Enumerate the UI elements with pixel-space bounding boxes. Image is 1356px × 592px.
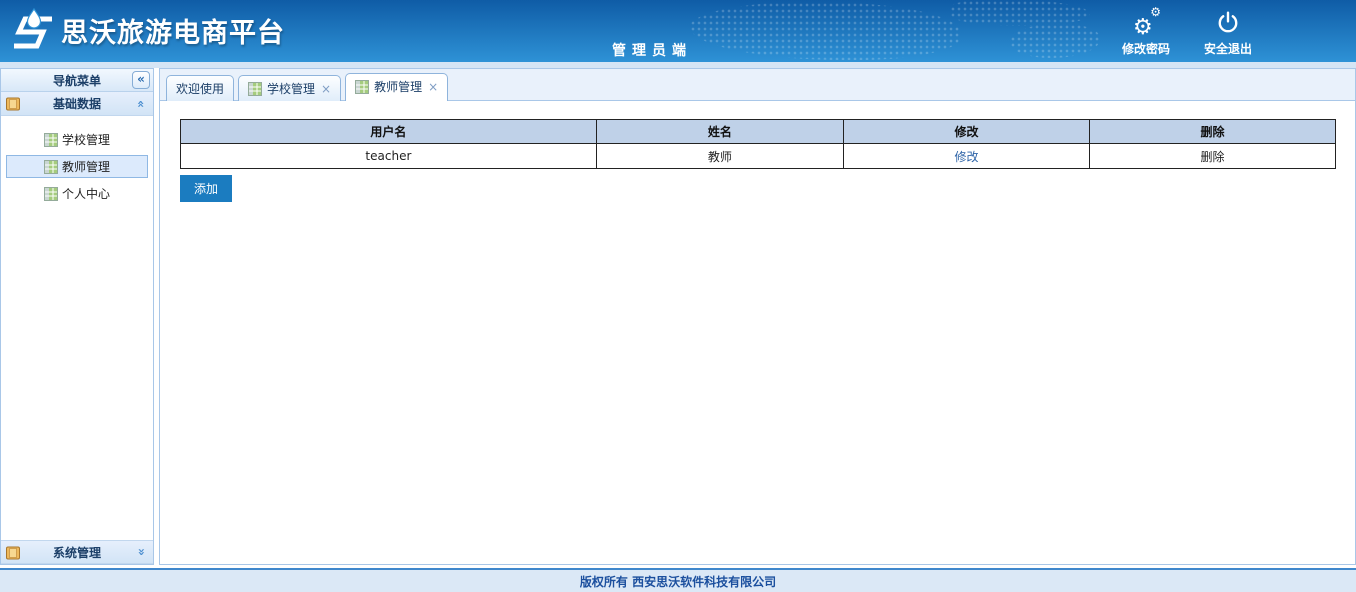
sidebar-group-items: 学校管理 教师管理 bbox=[1, 116, 153, 213]
table-header-row: 用户名 姓名 修改 删除 bbox=[181, 120, 1336, 144]
teacher-management-content: 用户名 姓名 修改 删除 teacher 教师 修改 删除 bbox=[160, 101, 1355, 564]
brand-logo: 思沃旅游电商平台 bbox=[10, 7, 285, 53]
cell-username: teacher bbox=[181, 144, 597, 169]
main-row: 导航菜单 « 基础数据 « bbox=[0, 68, 1356, 565]
tab-welcome[interactable]: 欢迎使用 bbox=[166, 75, 234, 101]
delete-link[interactable]: 删除 bbox=[1200, 150, 1224, 164]
tab-label: 学校管理 bbox=[267, 80, 315, 97]
main-panel: 欢迎使用 学校管理 × bbox=[159, 68, 1356, 565]
folder-icon bbox=[5, 545, 21, 561]
world-map-pattern bbox=[950, 0, 1090, 26]
column-header-edit: 修改 bbox=[843, 120, 1089, 144]
copyright-text: 版权所有 西安思沃软件科技有限公司 bbox=[580, 573, 776, 590]
sidebar-group-label: 基础数据 bbox=[53, 95, 101, 112]
logout-label: 安全退出 bbox=[1204, 40, 1252, 57]
sidebar-group-label: 系统管理 bbox=[53, 544, 101, 561]
sidebar-spacer bbox=[1, 213, 153, 540]
change-password-label: 修改密码 bbox=[1122, 40, 1170, 57]
role-label: 管理员端 bbox=[612, 40, 692, 60]
tab-label: 教师管理 bbox=[374, 78, 422, 95]
app-window: 思沃旅游电商平台 管理员端 ⚙ ⚙ 修改密码 安全退出 bbox=[0, 0, 1356, 592]
brand-title: 思沃旅游电商平台 bbox=[61, 11, 285, 50]
gear-icon: ⚙ ⚙ bbox=[1133, 7, 1159, 37]
tab-bar: 欢迎使用 学校管理 × bbox=[160, 69, 1355, 101]
table-grid-icon bbox=[355, 80, 369, 94]
table-grid-icon bbox=[248, 82, 262, 96]
footer: 版权所有 西安思沃软件科技有限公司 bbox=[0, 568, 1356, 592]
power-icon bbox=[1215, 7, 1241, 37]
sidebar-group-system-management[interactable]: 系统管理 « bbox=[1, 540, 153, 564]
sidebar-title-bar: 导航菜单 « bbox=[1, 69, 153, 92]
tab-school-management[interactable]: 学校管理 × bbox=[238, 75, 341, 101]
table-grid-icon bbox=[44, 133, 58, 147]
sidebar-title: 导航菜单 bbox=[53, 72, 101, 89]
sidebar-group-basic-data[interactable]: 基础数据 « bbox=[1, 92, 153, 116]
sidebar-item-label: 学校管理 bbox=[62, 131, 110, 148]
edit-link[interactable]: 修改 bbox=[954, 150, 978, 164]
column-header-delete: 删除 bbox=[1089, 120, 1335, 144]
world-map-pattern bbox=[1010, 24, 1100, 58]
sidebar-item-school-management[interactable]: 学校管理 bbox=[6, 128, 148, 151]
logout-button[interactable]: 安全退出 bbox=[1204, 7, 1252, 57]
sidebar-item-label: 个人中心 bbox=[62, 185, 110, 202]
header-actions: ⚙ ⚙ 修改密码 安全退出 bbox=[1122, 7, 1252, 57]
folder-icon bbox=[5, 96, 21, 112]
sidebar: 导航菜单 « 基础数据 « bbox=[0, 68, 154, 565]
table-grid-icon bbox=[44, 187, 58, 201]
add-button[interactable]: 添加 bbox=[180, 175, 232, 202]
column-header-name: 姓名 bbox=[596, 120, 843, 144]
change-password-button[interactable]: ⚙ ⚙ 修改密码 bbox=[1122, 7, 1170, 57]
cell-name: 教师 bbox=[596, 144, 843, 169]
world-map-pattern bbox=[690, 2, 960, 60]
app-header: 思沃旅游电商平台 管理员端 ⚙ ⚙ 修改密码 安全退出 bbox=[0, 0, 1356, 62]
sidebar-collapse-button[interactable]: « bbox=[132, 71, 150, 89]
sidebar-item-teacher-management[interactable]: 教师管理 bbox=[6, 155, 148, 178]
droplet-s-logo-icon bbox=[10, 7, 58, 53]
teacher-table: 用户名 姓名 修改 删除 teacher 教师 修改 删除 bbox=[180, 119, 1336, 169]
table-row: teacher 教师 修改 删除 bbox=[181, 144, 1336, 169]
column-header-username: 用户名 bbox=[181, 120, 597, 144]
table-grid-icon bbox=[44, 160, 58, 174]
tab-label: 欢迎使用 bbox=[176, 80, 224, 97]
chevron-up-icon[interactable]: « bbox=[134, 100, 148, 108]
chevron-down-icon[interactable]: « bbox=[134, 548, 148, 556]
sidebar-item-label: 教师管理 bbox=[62, 158, 110, 175]
close-icon[interactable]: × bbox=[428, 82, 438, 92]
tab-teacher-management[interactable]: 教师管理 × bbox=[345, 73, 448, 101]
sidebar-item-personal-center[interactable]: 个人中心 bbox=[6, 182, 148, 205]
close-icon[interactable]: × bbox=[321, 84, 331, 94]
